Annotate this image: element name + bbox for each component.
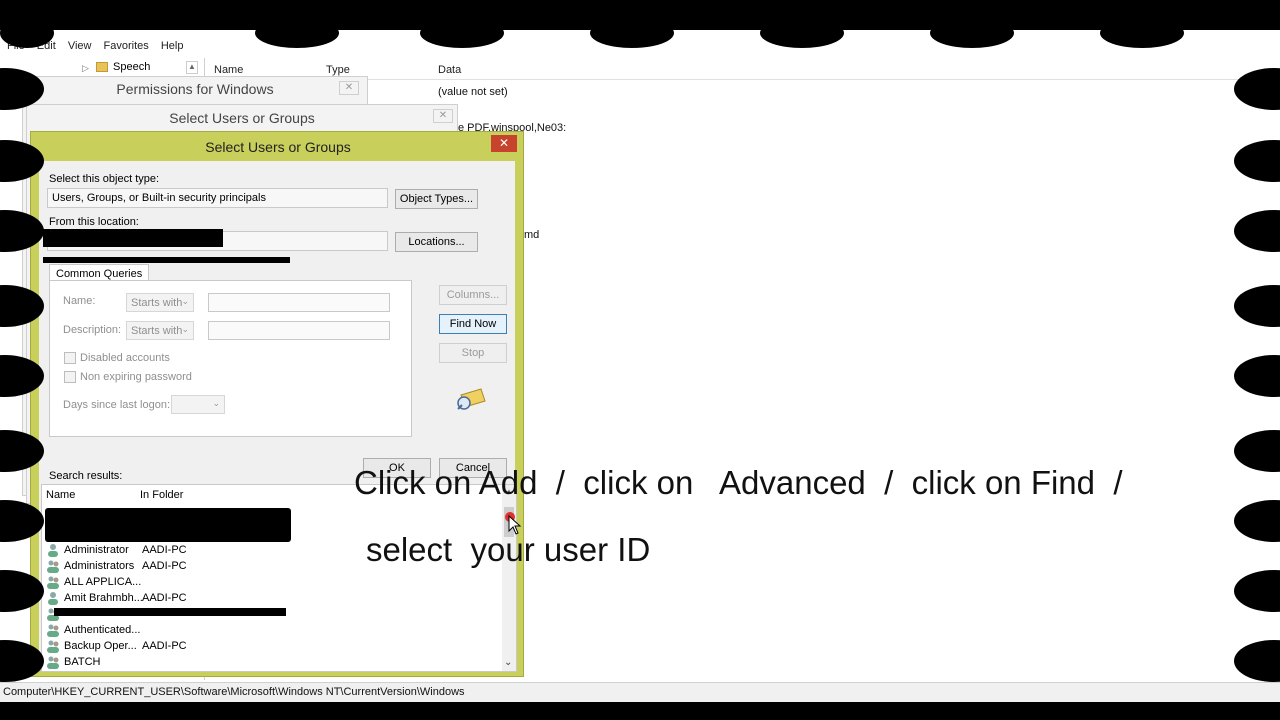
tab-common-queries[interactable]: Common Queries	[49, 264, 150, 281]
result-name: Administrator	[64, 544, 129, 556]
user-icon	[48, 544, 58, 557]
result-name: ALL APPLICA...	[64, 576, 142, 588]
search-results-label: Search results:	[49, 470, 123, 482]
frame-blob	[1234, 355, 1280, 397]
status-bar: Computer\HKEY_CURRENT_USER\Software\Micr…	[0, 682, 1280, 702]
description-condition-value: Starts with	[131, 325, 183, 337]
select-users-dialog: Select Users or Groups ✕ Select this obj…	[30, 131, 524, 677]
dialog-body: Select this object type: Users, Groups, …	[39, 161, 517, 672]
chevron-down-icon: ⌄	[181, 296, 189, 306]
close-icon[interactable]: ✕	[491, 135, 517, 152]
frame-blob	[420, 18, 504, 48]
dialog-title: Select Users or Groups	[205, 139, 351, 155]
expand-arrow-icon[interactable]: ▷	[82, 63, 89, 74]
result-name: Administrators	[64, 560, 135, 572]
frame-blob	[1234, 640, 1280, 682]
object-type-field: Users, Groups, or Built-in security prin…	[47, 188, 388, 208]
frame-blob	[1100, 18, 1184, 48]
disabled-accounts-checkbox[interactable]	[64, 352, 76, 364]
result-folder: AADI-PC	[142, 640, 187, 652]
frame-blob	[1234, 210, 1280, 252]
frame-blob	[930, 18, 1014, 48]
name-label: Name:	[63, 295, 96, 307]
menu-favorites[interactable]: Favorites	[104, 40, 149, 52]
frame-blob	[0, 18, 54, 48]
result-folder: AADI-PC	[142, 544, 187, 556]
common-queries-panel: Name: Starts with ⌄ Description: Starts …	[49, 280, 412, 437]
name-condition-value: Starts with	[131, 297, 183, 309]
days-since-logon-label: Days since last logon:	[63, 399, 170, 411]
close-icon[interactable]: ✕	[339, 81, 359, 95]
result-name: Backup Oper...	[64, 640, 137, 652]
menu-help[interactable]: Help	[161, 40, 184, 52]
permissions-dialog-title: Permissions for Windows	[116, 81, 274, 97]
redaction-bar	[43, 229, 223, 247]
data-value: (value not set)	[438, 86, 508, 98]
column-data[interactable]: Data	[438, 64, 461, 76]
frame-blob	[590, 18, 674, 48]
frame-blob	[1234, 570, 1280, 612]
redaction-bar	[43, 257, 290, 263]
frame-blob	[1234, 140, 1280, 182]
column-name[interactable]: Name	[214, 64, 243, 76]
description-query-input[interactable]	[208, 321, 390, 340]
description-label: Description:	[63, 324, 122, 336]
non-expiring-password-label: Non expiring password	[80, 371, 192, 383]
find-now-button[interactable]: Find Now	[439, 314, 507, 334]
frame-blob	[255, 18, 339, 48]
close-icon[interactable]: ✕	[433, 109, 453, 123]
select-users-dialog-back-title: Select Users or Groups	[169, 110, 315, 126]
group-icon	[47, 576, 59, 589]
frame-blob	[1234, 500, 1280, 542]
search-results-list[interactable]: Name In Folder Administrator AADI-PC Adm…	[41, 484, 517, 672]
result-folder: AADI-PC	[142, 560, 187, 572]
group-icon	[47, 656, 59, 669]
redaction-bar	[54, 608, 286, 616]
locations-button[interactable]: Locations...	[395, 232, 478, 252]
result-folder: AADI-PC	[142, 592, 187, 604]
name-query-input[interactable]	[208, 293, 390, 312]
menu-view[interactable]: View	[68, 40, 92, 52]
group-icon	[47, 640, 59, 653]
frame-blob	[760, 18, 844, 48]
object-type-label: Select this object type:	[49, 173, 160, 185]
column-type[interactable]: Type	[326, 64, 350, 76]
name-condition-select[interactable]: Starts with ⌄	[126, 293, 194, 312]
chevron-down-icon: ⌄	[212, 398, 220, 408]
search-flashlight-icon	[457, 388, 486, 410]
results-column-folder[interactable]: In Folder	[140, 489, 183, 501]
folder-icon	[96, 62, 108, 72]
redaction-bar	[45, 508, 291, 542]
location-label: From this location:	[49, 216, 139, 228]
result-name: Authenticated...	[64, 624, 141, 636]
frame-blob	[1234, 430, 1280, 472]
disabled-accounts-label: Disabled accounts	[80, 352, 170, 364]
group-icon	[47, 560, 59, 573]
group-icon	[47, 624, 59, 637]
result-name: BATCH	[64, 656, 101, 668]
description-condition-select[interactable]: Starts with ⌄	[126, 321, 194, 340]
tree-node-speech[interactable]: Speech	[113, 61, 150, 73]
columns-button[interactable]: Columns...	[439, 285, 507, 305]
caption-line-1: Click on Add / click on Advanced / click…	[354, 464, 1123, 501]
frame-blob	[1234, 285, 1280, 327]
data-value: md	[524, 229, 540, 241]
results-column-name[interactable]: Name	[46, 489, 75, 501]
non-expiring-password-checkbox[interactable]	[64, 371, 76, 383]
chevron-down-icon: ⌄	[181, 324, 189, 334]
chevron-down-icon[interactable]: ⌄	[504, 657, 512, 668]
caption-line-2: select your user ID	[366, 531, 651, 568]
letterbox-bottom	[0, 702, 1280, 720]
stop-button[interactable]: Stop	[439, 343, 507, 363]
object-types-button[interactable]: Object Types...	[395, 189, 478, 209]
days-since-logon-select[interactable]: ⌄	[171, 395, 225, 414]
result-name: Amit Brahmbh...	[64, 592, 143, 604]
user-icon	[48, 592, 58, 605]
scroll-up-icon[interactable]: ▲	[186, 61, 198, 74]
